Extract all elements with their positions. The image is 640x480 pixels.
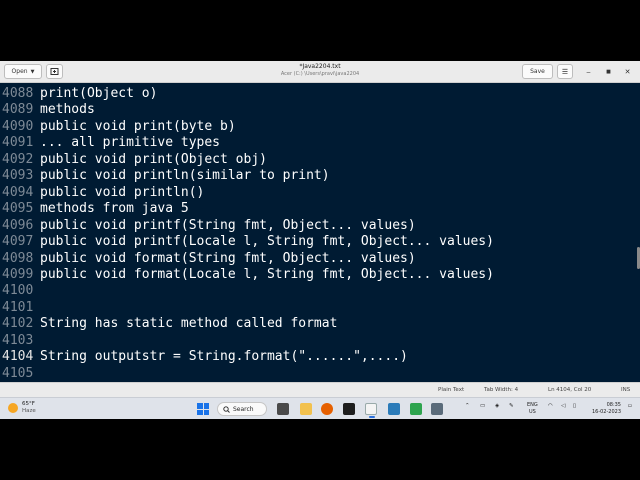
clock-date: 16-02-2023 [591,409,621,415]
code-line[interactable]: public void format(Locale l, String fmt,… [40,266,494,283]
line-number: 4101 [2,299,34,315]
maximize-icon: ■ [606,68,611,75]
code-line[interactable]: print(Object o) [40,85,157,102]
code-line[interactable]: methods from java 5 [40,200,189,217]
language-region: US [528,409,536,415]
window-title: *Java2204.txt [299,63,341,70]
line-number: 4092 [2,151,34,167]
syntax-mode-selector[interactable]: Plain Text [438,387,464,393]
volume-icon[interactable]: ◁ [561,403,565,409]
weather-widget[interactable]: 65°F Haze [8,401,36,415]
window-subtitle: Acer (C:) \Users\pravi\java2204 [280,71,360,77]
app-icon-green[interactable] [410,403,422,415]
line-number: 4105 [2,365,34,381]
maximize-button[interactable]: ■ [602,65,615,78]
clock-time: 08:35 [606,402,621,408]
line-number: 4104 [2,349,34,365]
tab-width-selector[interactable]: Tab Width: 4 [484,387,518,393]
close-button[interactable]: ✕ [621,65,634,78]
line-number: 4089 [2,102,34,118]
new-document-button[interactable] [46,64,63,79]
close-icon: ✕ [624,67,631,76]
file-explorer-icon[interactable] [300,403,312,415]
line-number: 4090 [2,118,34,134]
code-line[interactable]: String outputstr = String.format("......… [40,348,408,365]
new-document-icon [50,68,59,75]
weather-desc: Haze [22,408,36,414]
line-number: 4100 [2,283,34,299]
minimize-button[interactable]: ‒ [582,65,595,78]
chevron-up-icon[interactable]: ⌃ [465,403,470,409]
chevron-down-icon: ▼ [30,68,35,75]
battery-icon[interactable]: ▯ [573,403,576,409]
line-number: 4094 [2,184,34,200]
desktop-screen: Open ▼ *Java2204.txt Acer (C:) \Users\pr… [0,61,640,419]
system-clock[interactable]: 08:35 16-02-2023 [585,402,621,416]
line-number: 4096 [2,217,34,233]
code-line[interactable]: public void printf(String fmt, Object...… [40,217,416,234]
line-number: 4098 [2,250,34,266]
hamburger-menu-button[interactable]: ☰ [557,64,573,79]
terminal-icon[interactable] [343,403,355,415]
text-editor-taskbar-icon[interactable] [365,403,377,418]
language-code: ENG [527,402,538,408]
network-drive-icon[interactable]: ▭ [480,403,485,409]
weather-temp: 65°F [22,401,35,407]
search-label: Search [233,405,254,413]
text-editor[interactable]: 4088 4089 4090 4091 4092 4093 4094 4095 4096 4097… [0,83,640,382]
firefox-icon[interactable] [321,403,333,415]
line-number: 4093 [2,168,34,184]
windows-logo-icon [197,403,203,409]
save-button[interactable]: Save [522,64,553,79]
line-number: 4103 [2,332,34,348]
line-number: 4099 [2,266,34,282]
open-button-label: Open [11,68,28,75]
search-icon [223,405,230,413]
line-number-gutter: 4088 4089 4090 4091 4092 4093 4094 4095 4096 4097… [0,83,38,382]
taskbar-search[interactable]: Search [217,402,267,416]
hamburger-icon: ☰ [561,67,569,76]
line-number: 4091 [2,135,34,151]
security-icon[interactable]: ◈ [495,403,499,409]
line-number: 4088 [2,86,34,101]
code-line[interactable]: public void println() [40,184,204,201]
header-bar: Open ▼ *Java2204.txt Acer (C:) \Users\pr… [0,61,640,83]
code-line[interactable]: public void printf(Locale l, String fmt,… [40,233,494,250]
code-line[interactable]: public void println(similar to print) [40,167,330,184]
pen-icon[interactable]: ✎ [509,403,514,409]
line-number: 4102 [2,316,34,332]
insert-mode-indicator: INS [621,387,631,393]
minimize-icon: ‒ [586,67,591,76]
sun-icon [8,403,18,413]
code-line[interactable]: public void format(String fmt, Object...… [40,250,416,267]
code-line[interactable]: String has static method called format [40,315,337,332]
app-icon-blue[interactable] [388,403,400,415]
code-line[interactable]: ... all primitive types [40,134,220,151]
line-number: 4095 [2,201,34,217]
taskbar: 65°F Haze Search ⌃ ▭ ◈ ✎ ENG US ◠ ◁ ▯ 08… [0,397,640,419]
language-indicator[interactable]: ENG US [527,402,538,416]
start-button[interactable] [197,403,209,415]
window-title-block: *Java2204.txt Acer (C:) \Users\pravi\jav… [220,63,420,78]
task-view-icon[interactable] [277,403,289,415]
cursor-position[interactable]: Ln 4104, Col 20 [548,387,591,393]
line-number: 4097 [2,234,34,250]
code-line[interactable]: methods [40,101,95,118]
status-bar: Plain Text Tab Width: 4 Ln 4104, Col 20 … [0,382,640,397]
wifi-icon[interactable]: ◠ [548,403,553,409]
open-button[interactable]: Open ▼ [4,64,42,79]
code-line[interactable]: public void print(Object obj) [40,151,267,168]
code-line[interactable]: public void print(byte b) [40,118,236,135]
app-icon-gray[interactable] [431,403,443,415]
notification-icon[interactable]: ▫ [628,403,632,409]
